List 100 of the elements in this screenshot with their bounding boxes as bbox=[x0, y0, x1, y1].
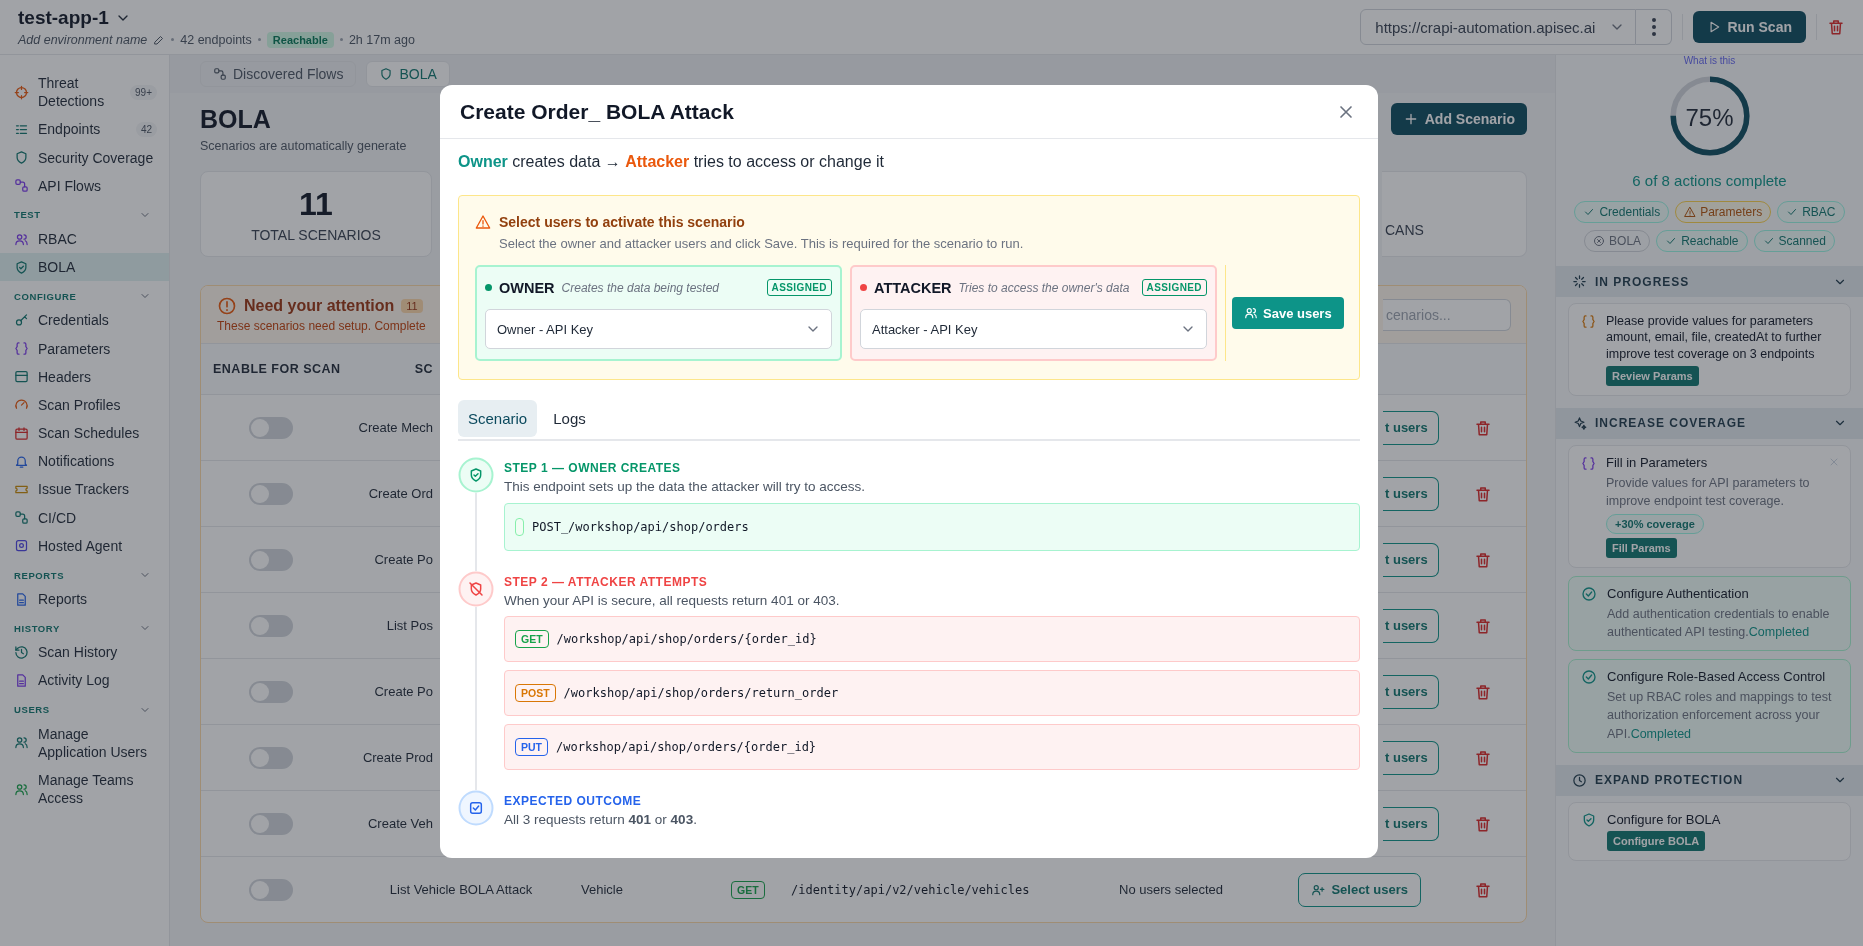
step-description: This endpoint sets up the data the attacker will try to access. bbox=[504, 479, 866, 494]
search-field[interactable]: cenarios... bbox=[1383, 298, 1511, 331]
column-header: SC bbox=[413, 362, 434, 376]
trash-icon[interactable] bbox=[1473, 418, 1492, 437]
trash-icon[interactable] bbox=[1473, 616, 1492, 635]
task-description: Please provide values for parameters amount, email, file, createdAt to further improve test coverage on 3 endpoints bbox=[1606, 313, 1823, 362]
nav-item[interactable]: Reports bbox=[0, 585, 169, 614]
trash-icon[interactable] bbox=[1473, 484, 1492, 503]
toggle-switch[interactable] bbox=[249, 680, 293, 703]
section-header[interactable]: INCREASE COVERAGE bbox=[1556, 407, 1863, 439]
bell-icon bbox=[14, 453, 29, 469]
user-select[interactable]: Owner - API Key bbox=[485, 309, 832, 349]
section-header[interactable]: EXPAND PROTECTION bbox=[1556, 764, 1863, 796]
nav-item[interactable]: Parameters bbox=[0, 334, 169, 363]
users-icon bbox=[14, 231, 29, 247]
nav-item[interactable]: Endpoints 42 bbox=[0, 115, 169, 144]
card-description: Provide values for API parameters to improve endpoint test coverage. bbox=[1606, 474, 1811, 510]
dialog-title: Create Order_ BOLA Attack bbox=[460, 100, 734, 124]
nav-item[interactable]: API Flows bbox=[0, 171, 169, 200]
trash-icon[interactable] bbox=[1473, 682, 1492, 701]
review-button[interactable]: Review Params bbox=[1606, 365, 1699, 386]
select-users-button[interactable]: t users bbox=[1383, 740, 1439, 775]
nav-item[interactable]: Scan Profiles bbox=[0, 390, 169, 420]
help-link[interactable]: What is this bbox=[1683, 55, 1736, 66]
scenario-summary: Owner creates data → Attacker tries to access or change it bbox=[458, 153, 885, 171]
card-title: Configure Authentication bbox=[1607, 586, 1749, 601]
toggle-switch[interactable] bbox=[249, 482, 293, 505]
page-tab[interactable]: BOLA bbox=[366, 61, 450, 87]
select-users-button[interactable]: Select users bbox=[1298, 872, 1421, 907]
method-badge: GET bbox=[515, 630, 549, 648]
toggle-switch[interactable] bbox=[249, 614, 293, 637]
dialog-tab[interactable]: Scenario bbox=[458, 400, 538, 437]
role-name: ATTACKER bbox=[874, 279, 952, 296]
nav-item[interactable]: Hosted Agent bbox=[0, 531, 169, 560]
completed-link[interactable]: Completed bbox=[1630, 726, 1692, 741]
user-plus-icon bbox=[1311, 882, 1326, 897]
select-users-button[interactable]: t users bbox=[1383, 608, 1439, 643]
nav-item[interactable]: Threat Detections 99+ bbox=[0, 69, 169, 116]
completed-link[interactable]: Completed bbox=[1748, 625, 1810, 640]
sparkle-icon bbox=[1572, 415, 1587, 431]
configure-button[interactable]: Configure BOLA bbox=[1607, 830, 1706, 851]
select-users-button[interactable]: t users bbox=[1383, 806, 1439, 841]
toggle-switch[interactable] bbox=[249, 812, 293, 835]
nav-item[interactable]: BOLA bbox=[0, 253, 169, 282]
nav-item[interactable]: Issue Trackers bbox=[0, 475, 169, 504]
nav-item[interactable]: Scan Schedules bbox=[0, 419, 169, 448]
trash-icon[interactable] bbox=[1827, 18, 1845, 36]
step-title: EXPECTED OUTCOME bbox=[504, 794, 643, 808]
nav-item[interactable]: Manage Teams Access bbox=[0, 765, 169, 813]
check-icon bbox=[1583, 206, 1596, 218]
nav-item[interactable]: Manage Application Users bbox=[0, 719, 169, 766]
add-scenario-button[interactable]: Add Scenario bbox=[1390, 103, 1527, 135]
toggle-switch[interactable] bbox=[249, 746, 293, 769]
select-users-button[interactable]: t users bbox=[1383, 410, 1439, 445]
environment-name-placeholder[interactable]: Add environment name bbox=[18, 32, 148, 47]
endpoint-path: /workshop/api/shop/orders/{order_id} bbox=[556, 632, 817, 646]
flow-icon bbox=[14, 178, 29, 194]
trash-icon[interactable] bbox=[1473, 550, 1492, 569]
nav-item[interactable]: CI/CD bbox=[0, 503, 169, 532]
nav-item[interactable]: Scan History bbox=[0, 638, 169, 667]
nav-item[interactable]: Notifications bbox=[0, 447, 169, 476]
section-header[interactable]: IN PROGRESS bbox=[1556, 266, 1863, 297]
url-select[interactable]: https://crapi-automation.apisec.ai bbox=[1360, 9, 1637, 45]
app-name[interactable]: test-app-1 bbox=[18, 6, 109, 29]
nav-item[interactable]: Headers bbox=[0, 362, 169, 391]
status-chip: BOLA bbox=[1584, 230, 1651, 252]
save-users-button[interactable]: Save users bbox=[1232, 297, 1344, 329]
nav-item[interactable]: Security Coverage bbox=[0, 143, 169, 172]
count-badge: 99+ bbox=[130, 84, 157, 100]
calendar-icon bbox=[14, 425, 29, 441]
scenario-name: List Pos bbox=[386, 618, 433, 633]
fill-button[interactable]: Fill Params bbox=[1606, 538, 1677, 558]
select-users-button[interactable]: t users bbox=[1383, 674, 1439, 709]
users-status: No users selected bbox=[1119, 882, 1224, 897]
status-chip: RBAC bbox=[1777, 201, 1845, 223]
stat-label: CANS bbox=[1385, 222, 1424, 238]
spinner-icon bbox=[1572, 274, 1587, 289]
dialog-tab[interactable]: Logs bbox=[543, 400, 596, 437]
trash-icon[interactable] bbox=[1473, 748, 1492, 767]
more-button[interactable] bbox=[1636, 9, 1673, 45]
toggle-switch[interactable] bbox=[249, 878, 293, 901]
trash-icon[interactable] bbox=[1473, 880, 1492, 899]
step-description: When your API is secure, all requests return 401 or 403. bbox=[504, 593, 841, 608]
braces-icon bbox=[14, 341, 29, 357]
pencil-icon[interactable] bbox=[153, 33, 166, 46]
step-title: STEP 2 — ATTACKER ATTEMPTS bbox=[504, 575, 709, 589]
user-select[interactable]: Attacker - API Key bbox=[860, 309, 1207, 349]
trash-icon[interactable] bbox=[1473, 814, 1492, 833]
status-chip: Credentials bbox=[1574, 201, 1670, 223]
shield-check-icon bbox=[14, 259, 29, 275]
toggle-switch[interactable] bbox=[249, 416, 293, 439]
select-users-button[interactable]: t users bbox=[1383, 476, 1439, 511]
nav-item[interactable]: Credentials bbox=[0, 306, 169, 335]
role-name: OWNER bbox=[499, 279, 555, 296]
page-tab[interactable]: Discovered Flows bbox=[200, 61, 357, 87]
nav-item[interactable]: Activity Log bbox=[0, 666, 169, 695]
toggle-switch[interactable] bbox=[249, 548, 293, 571]
status-badge: ASSIGNED bbox=[766, 279, 832, 296]
run-scan-button[interactable]: Run Scan bbox=[1693, 11, 1806, 43]
select-users-button[interactable]: t users bbox=[1383, 542, 1439, 577]
